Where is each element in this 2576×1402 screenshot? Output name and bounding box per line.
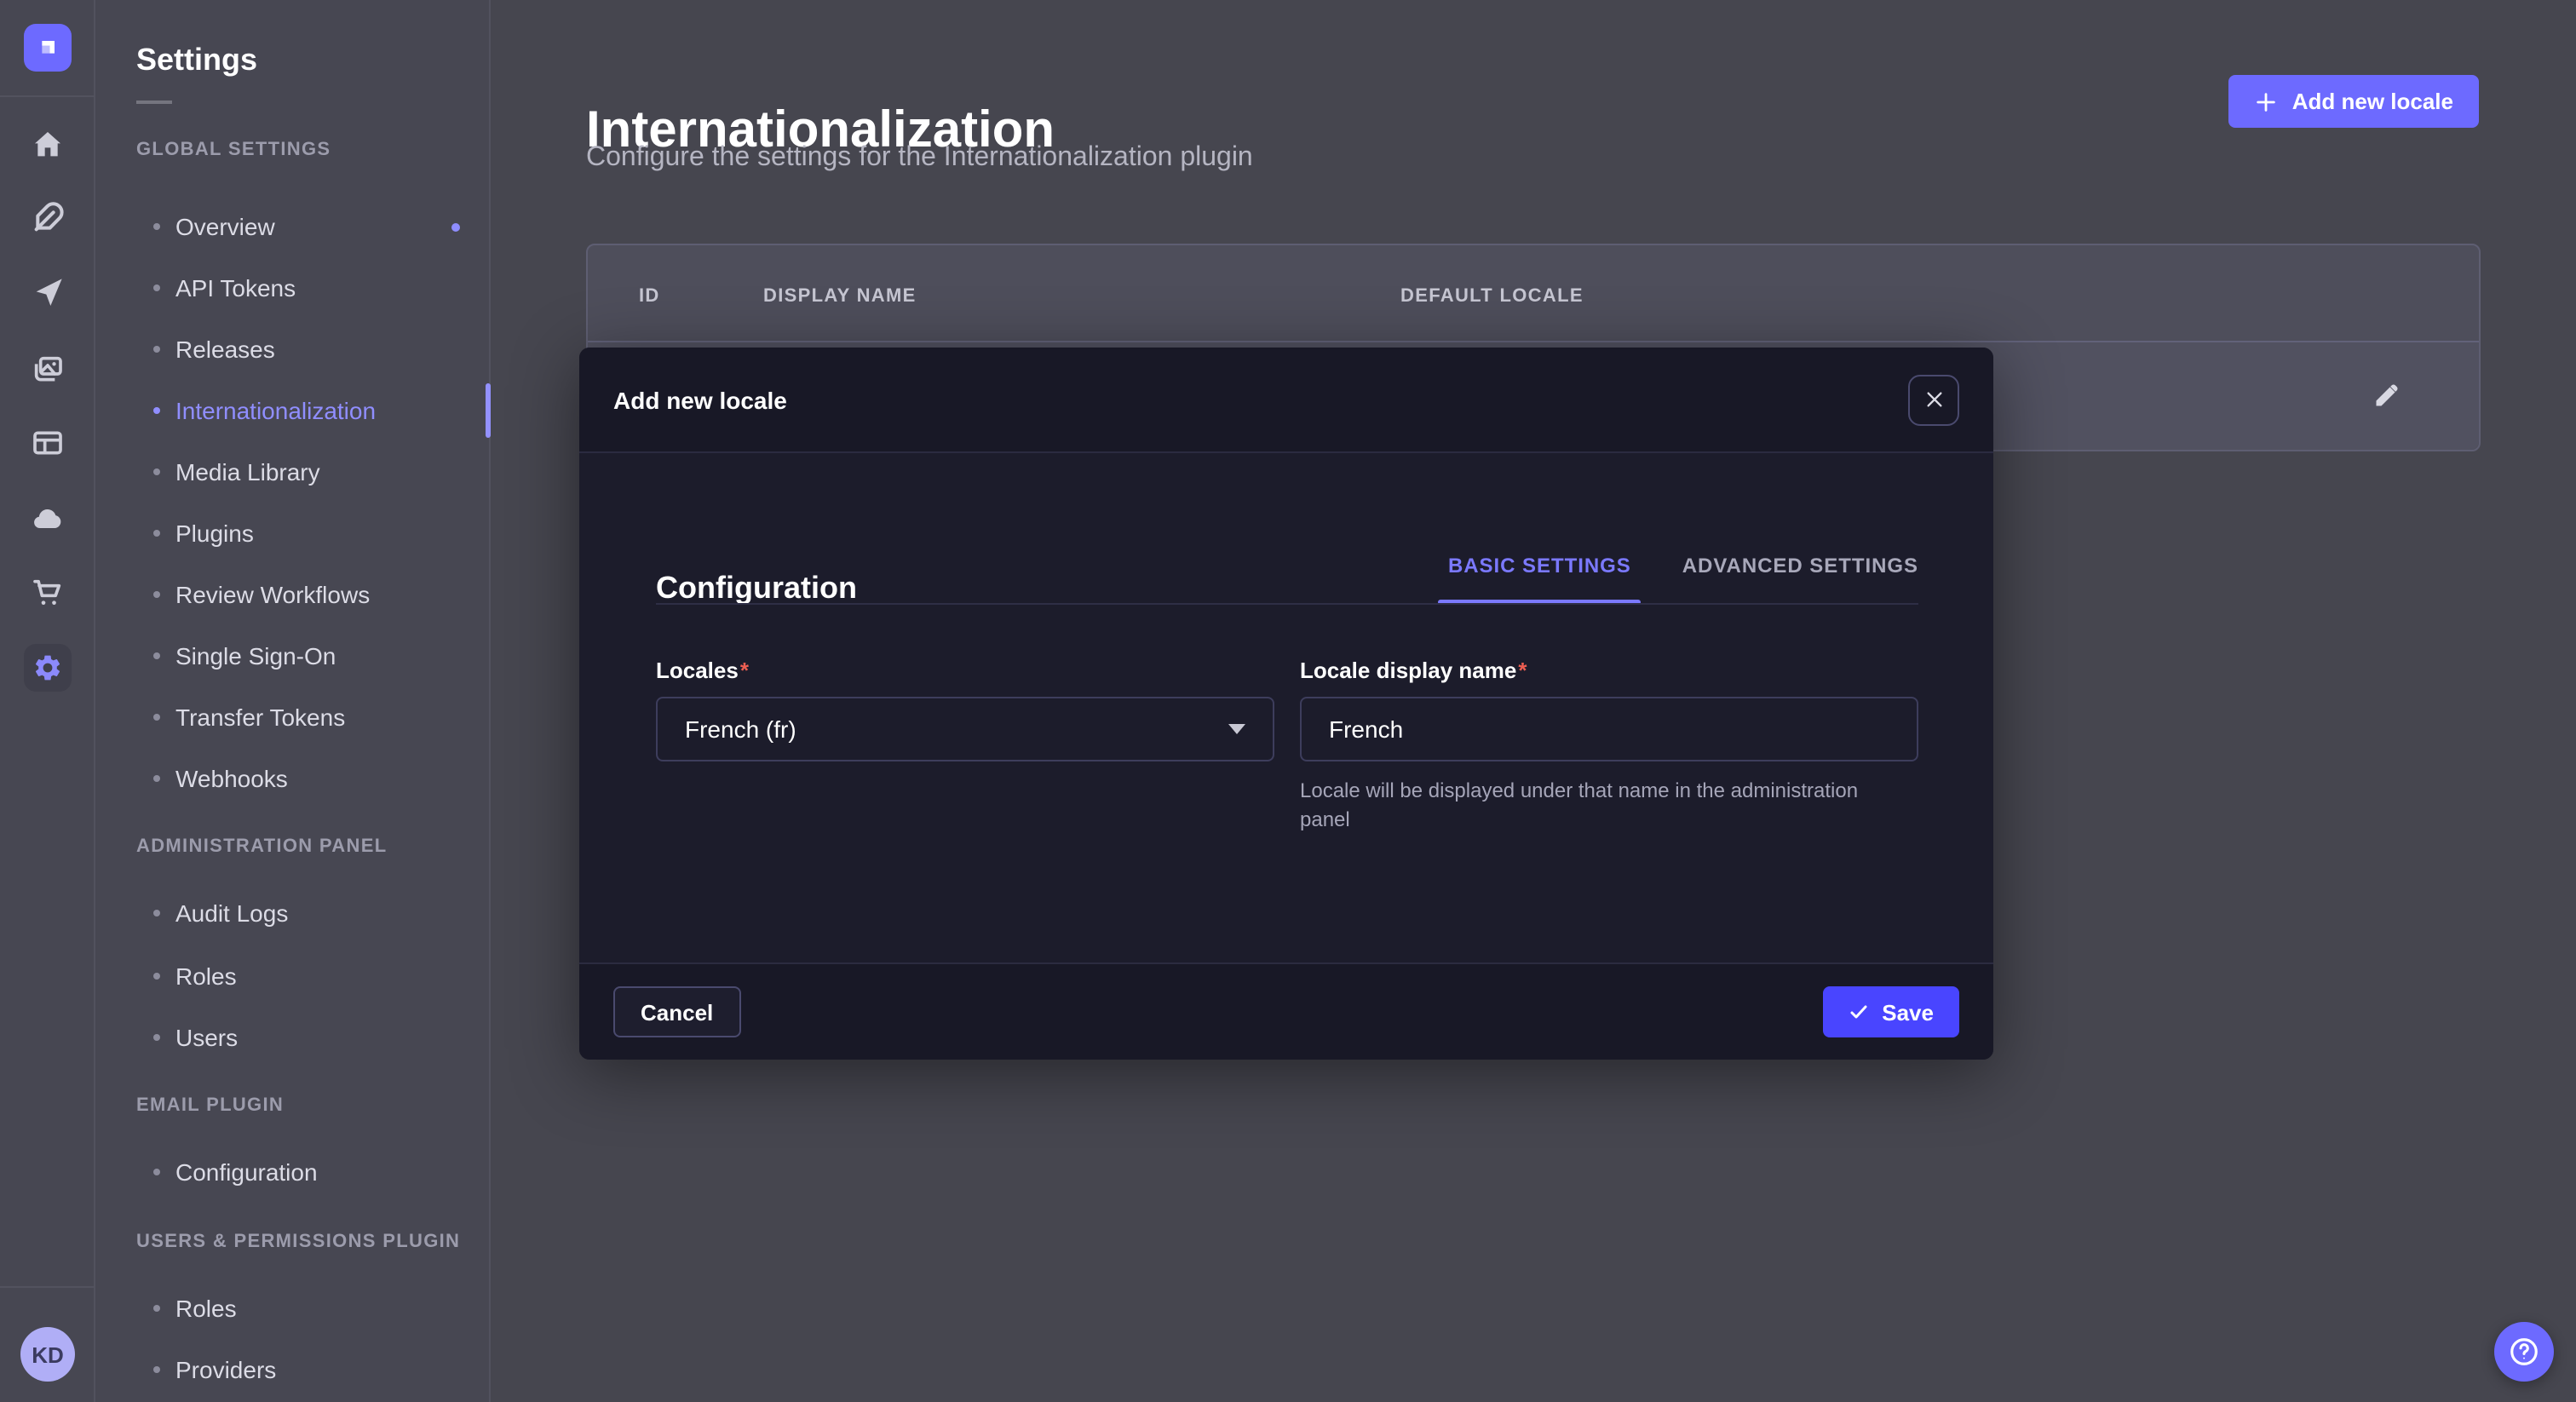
required-asterisk: * (740, 658, 749, 683)
page-subtitle: Configure the settings for the Internati… (586, 143, 1253, 174)
modal-footer: Cancel Save (579, 962, 1993, 1060)
cart-icon[interactable] (31, 576, 65, 610)
section-email-plugin: EMAIL PLUGIN (136, 1095, 284, 1116)
cancel-button[interactable]: Cancel (613, 986, 740, 1037)
bullet-icon (153, 652, 160, 659)
sidebar-item-overview[interactable]: Overview (95, 196, 489, 257)
sidebar-item-audit-logs[interactable]: Audit Logs (95, 882, 489, 944)
sidebar-item-internationalization[interactable]: Internationalization (95, 380, 489, 441)
sidebar-item-transfer-tokens[interactable]: Transfer Tokens (95, 687, 489, 748)
bullet-icon (153, 973, 160, 980)
cloud-icon[interactable] (31, 503, 65, 537)
sidebar-item-review-workflows[interactable]: Review Workflows (95, 564, 489, 625)
feather-icon[interactable] (31, 201, 65, 235)
locales-select[interactable]: French (fr) (656, 697, 1274, 761)
sidebar-item-media-library[interactable]: Media Library (95, 441, 489, 503)
display-name-hint: Locale will be displayed under that name… (1300, 777, 1900, 835)
section-administration-panel: ADMINISTRATION PANEL (136, 836, 387, 857)
sidebar-item-email-configuration[interactable]: Configuration (95, 1141, 489, 1203)
strapi-logo[interactable] (24, 24, 72, 72)
tab-basic-settings[interactable]: BASIC SETTINGS (1448, 554, 1631, 577)
bullet-icon (153, 530, 160, 537)
sidebar-item-api-tokens[interactable]: API Tokens (95, 257, 489, 319)
close-icon (1924, 390, 1943, 409)
required-asterisk: * (1518, 658, 1527, 683)
rail-divider (0, 95, 95, 97)
section-global-settings: GLOBAL SETTINGS (136, 140, 331, 160)
bullet-icon (153, 910, 160, 916)
nav-rail: KD (0, 0, 95, 1402)
sidebar-item-admin-roles[interactable]: Roles (95, 945, 489, 1007)
avatar[interactable]: KD (20, 1327, 75, 1382)
help-button[interactable] (2494, 1322, 2554, 1382)
column-header-display-name: DISPLAY NAME (763, 286, 917, 307)
modal-body: Configuration BASIC SETTINGS ADVANCED SE… (579, 453, 1993, 962)
pencil-icon (2370, 382, 2401, 412)
settings-sidebar: Settings GLOBAL SETTINGS Overview API To… (95, 0, 491, 1402)
tab-advanced-settings[interactable]: ADVANCED SETTINGS (1682, 554, 1918, 577)
sidebar-item-providers[interactable]: Providers (95, 1339, 489, 1400)
bullet-icon (153, 775, 160, 782)
sidebar-item-up-roles[interactable]: Roles (95, 1278, 489, 1339)
layout-icon[interactable] (31, 426, 65, 460)
plus-icon (2255, 89, 2279, 113)
rail-divider (0, 1286, 95, 1288)
bullet-icon (153, 407, 160, 414)
display-name-label: Locale display name* (1300, 658, 1918, 683)
bullet-icon (153, 591, 160, 598)
bullet-icon (153, 284, 160, 291)
sidebar-item-users[interactable]: Users (95, 1007, 489, 1068)
sidebar-item-single-sign-on[interactable]: Single Sign-On (95, 625, 489, 687)
column-header-id: ID (639, 286, 660, 307)
add-new-locale-button[interactable]: Add new locale (2229, 75, 2479, 128)
save-button[interactable]: Save (1822, 986, 1959, 1037)
bullet-icon (153, 223, 160, 230)
display-name-field: Locale display name* Locale will be disp… (1300, 658, 1918, 835)
bullet-icon (153, 1305, 160, 1312)
chevron-down-icon (1228, 724, 1245, 734)
sidebar-item-plugins[interactable]: Plugins (95, 503, 489, 564)
section-users-permissions-plugin: USERS & PERMISSIONS PLUGIN (136, 1232, 460, 1252)
notification-dot (451, 223, 460, 232)
close-button[interactable] (1908, 374, 1959, 425)
edit-locale-button[interactable] (2370, 382, 2401, 412)
column-header-default-locale: DEFAULT LOCALE (1400, 286, 1584, 307)
images-icon[interactable] (31, 353, 65, 387)
settings-tabs: BASIC SETTINGS ADVANCED SETTINGS (1448, 554, 1918, 577)
bullet-icon (153, 1366, 160, 1373)
bullet-icon (153, 1169, 160, 1175)
configuration-heading: Configuration (656, 571, 857, 606)
bullet-icon (153, 1034, 160, 1041)
locales-label: Locales* (656, 658, 1274, 683)
tabs-divider (656, 603, 1918, 605)
locales-select-value: French (fr) (685, 715, 796, 743)
bullet-icon (153, 468, 160, 475)
add-locale-modal: Add new locale Configuration BASIC SETTI… (579, 348, 1993, 1060)
check-icon (1848, 1002, 1868, 1022)
bullet-icon (153, 714, 160, 721)
settings-gear-icon[interactable] (24, 644, 72, 692)
bullet-icon (153, 346, 160, 353)
home-icon[interactable] (31, 128, 65, 162)
active-indicator (486, 383, 491, 438)
locales-field: Locales* French (fr) (656, 658, 1274, 761)
sidebar-item-webhooks[interactable]: Webhooks (95, 748, 489, 809)
question-mark-icon (2508, 1336, 2540, 1368)
modal-header: Add new locale (579, 348, 1993, 453)
modal-title: Add new locale (613, 386, 787, 413)
sidebar-item-releases[interactable]: Releases (95, 319, 489, 380)
sidebar-title: Settings (136, 43, 257, 78)
display-name-input[interactable] (1300, 697, 1918, 761)
send-icon[interactable] (31, 276, 65, 310)
app-root: KD Settings GLOBAL SETTINGS Overview API… (0, 0, 2576, 1402)
title-divider (136, 101, 172, 104)
